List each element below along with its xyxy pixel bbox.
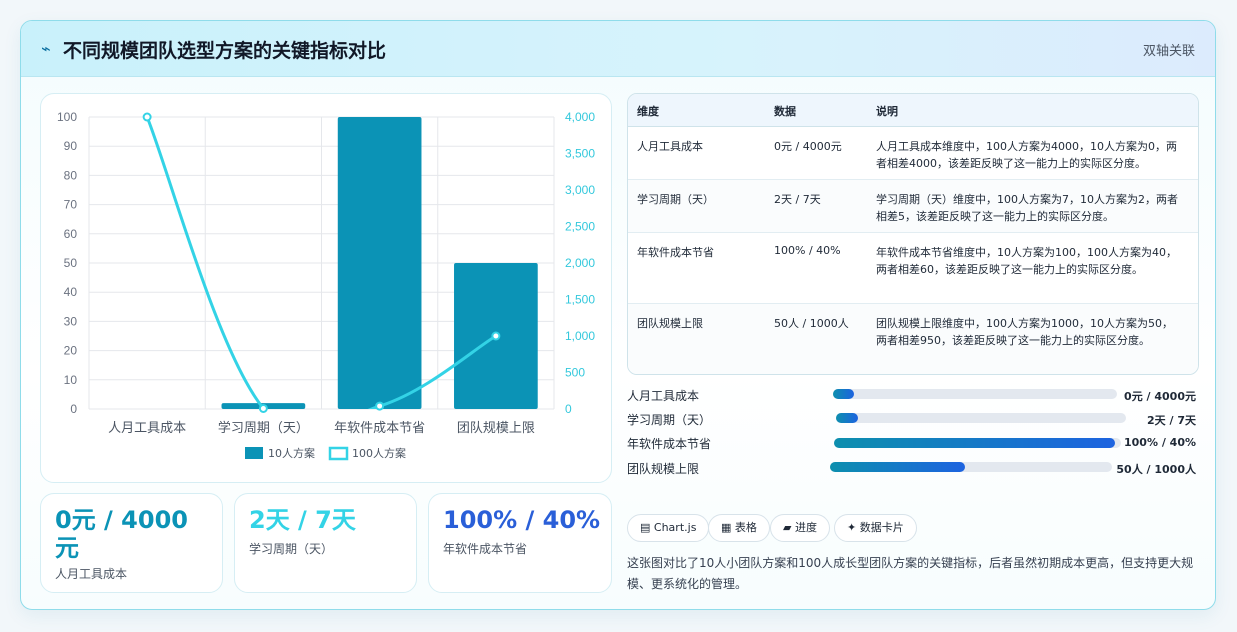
y-right-tick-label: 3,500 bbox=[565, 147, 595, 161]
legend-swatch-100-person bbox=[328, 446, 349, 461]
progress-fill bbox=[834, 438, 1116, 448]
cell-description: 学习周期（天）维度中，100人方案为7，10人方案为2，两者相差5，该差距反映了… bbox=[876, 193, 1178, 223]
column-header-description: 说明 bbox=[876, 105, 898, 118]
y-left-tick-label: 80 bbox=[64, 168, 78, 182]
line-point bbox=[375, 401, 385, 411]
chip-label: Chart.js bbox=[653, 521, 697, 534]
progress-value: 50人 / 1000人 bbox=[1116, 463, 1196, 476]
y-right-tick-label: 4,000 bbox=[565, 110, 595, 124]
y-left-tick-label: 40 bbox=[64, 285, 78, 299]
y-right-tick-label: 3,000 bbox=[565, 183, 595, 197]
progress-fill bbox=[833, 389, 855, 399]
progress-label: 人月工具成本 bbox=[627, 389, 700, 403]
sparkle-icon: ✦ bbox=[847, 521, 857, 534]
cell-dimension: 学习周期（天） bbox=[637, 193, 714, 206]
y-left-tick-label: 10 bbox=[64, 373, 78, 387]
cell-data: 2天 / 7天 bbox=[774, 193, 821, 206]
progress-track bbox=[833, 389, 1117, 399]
progress-fill bbox=[830, 462, 966, 472]
chip-data-cards[interactable]: ✦ 数据卡片 bbox=[834, 514, 917, 542]
y-left-tick-label: 0 bbox=[70, 402, 77, 416]
cell-data: 0元 / 4000元 bbox=[774, 140, 842, 153]
progress-fill bbox=[836, 413, 858, 423]
page-title: 不同规模团队选型方案的关键指标对比 bbox=[63, 40, 387, 62]
y-right-tick-label: 1,000 bbox=[565, 329, 595, 343]
progress-track bbox=[834, 438, 1121, 448]
progress-label: 学习周期（天） bbox=[627, 413, 712, 427]
y-left-tick-label: 100 bbox=[57, 110, 77, 124]
stat-card-cost: 0元 / 4000元 人月工具成本 bbox=[40, 493, 223, 593]
summary-text: 这张图对比了10人小团队方案和100人成长型团队方案的关键指标，后者虽然初期成本… bbox=[627, 556, 1194, 591]
x-tick-label: 年软件成本节省 bbox=[334, 421, 425, 436]
y-left-tick-label: 70 bbox=[64, 198, 78, 212]
table-icon: ▦ bbox=[721, 521, 732, 534]
chip-label: 进度 bbox=[794, 521, 817, 534]
line-point bbox=[258, 403, 268, 413]
y-right-tick-label: 2,000 bbox=[565, 256, 595, 270]
stat-label: 学习周期（天） bbox=[249, 542, 334, 556]
comparison-card: ⌁ 不同规模团队选型方案的关键指标对比 双轴关联 0 10 20 30 40 50 60 70… bbox=[20, 20, 1216, 610]
column-header-dimension: 维度 bbox=[637, 105, 659, 118]
chip-label: 表格 bbox=[734, 521, 757, 534]
chip-progress[interactable]: ▰ 进度 bbox=[770, 514, 830, 542]
legend-label-10-person: 10人方案 bbox=[268, 446, 315, 460]
y-left-tick-label: 90 bbox=[64, 139, 78, 153]
stat-card-savings: 100% / 40% 年软件成本节省 bbox=[428, 493, 612, 593]
x-tick-label: 人月工具成本 bbox=[108, 421, 186, 436]
y-left-tick-label: 50 bbox=[64, 256, 78, 270]
column-header-data: 数据 bbox=[774, 105, 796, 118]
cell-data: 100% / 40% bbox=[774, 244, 841, 257]
stat-label: 人月工具成本 bbox=[55, 567, 128, 581]
y-right-tick-label: 2,500 bbox=[565, 220, 595, 234]
progress-value: 0元 / 4000元 bbox=[1124, 390, 1196, 403]
cell-dimension: 团队规模上限 bbox=[637, 317, 703, 330]
table-row: 团队规模上限 50人 / 1000人 团队规模上限维度中，100人方案为1000… bbox=[628, 304, 1198, 374]
legend-label-100-person: 100人方案 bbox=[352, 446, 406, 460]
progress-label: 年软件成本节省 bbox=[627, 437, 712, 451]
cell-description: 年软件成本节省维度中，10人方案为100，100人方案为40，两者相差60，该差… bbox=[876, 246, 1177, 276]
chart-panel: 0 10 20 30 40 50 60 70 80 90 100 0 500 1,000 1,500 2,00… bbox=[40, 93, 612, 483]
y-left-tick-label: 60 bbox=[64, 227, 78, 241]
bar-10-person bbox=[337, 117, 422, 409]
stat-label: 年软件成本节省 bbox=[443, 542, 528, 556]
y-left-tick-label: 20 bbox=[64, 344, 78, 358]
table-row: 年软件成本节省 100% / 40% 年软件成本节省维度中，10人方案为100，… bbox=[628, 233, 1198, 304]
cell-dimension: 年软件成本节省 bbox=[637, 246, 714, 259]
chip-label: 数据卡片 bbox=[859, 521, 904, 534]
cell-data: 50人 / 1000人 bbox=[774, 317, 849, 330]
data-table: 维度 数据 说明 人月工具成本 0元 / 4000元 人月工具成本维度中，100… bbox=[627, 93, 1199, 375]
card-header: ⌁ 不同规模团队选型方案的关键指标对比 双轴关联 bbox=[21, 21, 1215, 77]
legend-swatch-10-person bbox=[245, 447, 263, 459]
stat-value: 100% / 40% bbox=[443, 506, 601, 534]
line-point bbox=[491, 331, 501, 341]
sparkline-icon: ⌁ bbox=[41, 39, 51, 58]
stat-value: 0元 / 4000元 bbox=[55, 506, 188, 562]
chip-chartjs[interactable]: ▤ Chart.js bbox=[627, 514, 710, 542]
y-right-tick-label: 0 bbox=[565, 402, 572, 416]
cell-description: 人月工具成本维度中，100人方案为4000，10人方案为0，两者相差4000，该… bbox=[876, 140, 1177, 170]
file-icon: ▤ bbox=[640, 521, 651, 534]
x-tick-label: 团队规模上限 bbox=[457, 421, 535, 436]
stat-value: 2天 / 7天 bbox=[249, 506, 356, 534]
table-row: 人月工具成本 0元 / 4000元 人月工具成本维度中，100人方案为4000，… bbox=[628, 127, 1198, 180]
progress-value: 100% / 40% bbox=[1124, 436, 1196, 449]
progress-label: 团队规模上限 bbox=[627, 462, 700, 476]
dual-axis-tag: 双轴关联 bbox=[1142, 44, 1195, 59]
table-row: 学习周期（天） 2天 / 7天 学习周期（天）维度中，100人方案为7，10人方… bbox=[628, 180, 1198, 233]
cell-description: 团队规模上限维度中，100人方案为1000，10人方案为50，两者相差950，该… bbox=[876, 317, 1173, 347]
table-header: 维度 数据 说明 bbox=[628, 94, 1198, 127]
dual-axis-chart: 0 10 20 30 40 50 60 70 80 90 100 0 500 1,000 1,500 2,00… bbox=[57, 110, 595, 461]
progress-track bbox=[836, 413, 1126, 423]
progress-track bbox=[830, 462, 1112, 472]
y-right-tick-label: 1,500 bbox=[565, 293, 595, 307]
progress-value: 2天 / 7天 bbox=[1147, 414, 1196, 427]
y-left-tick-label: 30 bbox=[64, 314, 78, 328]
y-right-tick-label: 500 bbox=[565, 366, 585, 380]
stat-card-learning: 2天 / 7天 学习周期（天） bbox=[234, 493, 417, 593]
chip-table[interactable]: ▦ 表格 bbox=[708, 514, 770, 542]
x-tick-label: 学习周期（天） bbox=[218, 420, 309, 436]
cell-dimension: 人月工具成本 bbox=[637, 140, 703, 153]
line-point bbox=[142, 112, 152, 122]
progress-icon: ▰ bbox=[783, 521, 792, 534]
